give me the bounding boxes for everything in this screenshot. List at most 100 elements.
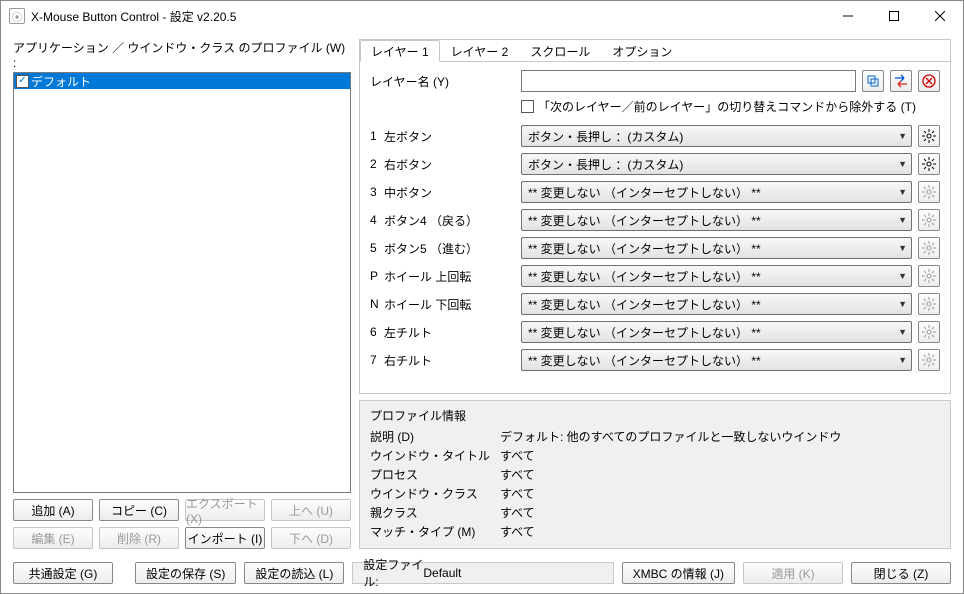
info-value: デフォルト: 他のすべてのプロファイルと一致しないウインドウ <box>500 428 841 445</box>
button-row: 3中ボタン** 変更しない （インターセプトしない） **▼ <box>370 181 940 203</box>
info-key: ウインドウ・タイトル <box>370 447 500 464</box>
about-button[interactable]: XMBC の情報 (J) <box>622 562 735 584</box>
button-row: 4ボタン4 （戻る）** 変更しない （インターセプトしない） **▼ <box>370 209 940 231</box>
button-row-label: 7右チルト <box>370 352 515 369</box>
gear-icon <box>918 237 940 259</box>
button-action-combo[interactable]: ボタン・長押し ：(カスタム) ▼ <box>521 153 912 175</box>
tab-layer1[interactable]: レイヤー 1 <box>360 40 440 62</box>
profile-item[interactable]: ✓ デフォルト <box>14 73 350 89</box>
profile-checkbox[interactable]: ✓ <box>16 75 29 88</box>
gear-icon <box>918 293 940 315</box>
button-row: 7右チルト ** 変更しない （インターセプトしない） ** ▼ <box>370 349 940 371</box>
profile-info-title: プロファイル情報 <box>370 407 940 424</box>
button-action-combo[interactable]: ** 変更しない （インターセプトしない） ** ▼ <box>521 349 912 371</box>
button-row-name: 左ボタン <box>384 128 432 145</box>
tabs-container: レイヤー 1 レイヤー 2 スクロール オプション レイヤー名 (Y) <box>359 39 951 394</box>
button-action-value: ** 変更しない （インターセプトしない） ** <box>528 212 761 229</box>
copy-button[interactable]: コピー (C) <box>99 499 179 521</box>
button-row: 6左チルト ** 変更しない （インターセプトしない） **▼ <box>370 321 940 343</box>
button-row-prefix: 3 <box>370 185 384 199</box>
tab-scroll[interactable]: スクロール <box>519 40 601 62</box>
button-row-label: Nホイール 下回転 <box>370 296 515 313</box>
info-key: 親クラス <box>370 504 500 521</box>
button-row-label: 1左ボタン <box>370 128 515 145</box>
edit-button: 編集 (E) <box>13 527 93 549</box>
button-row-prefix: 2 <box>370 157 384 171</box>
button-row-prefix: 7 <box>370 353 384 367</box>
profile-list-label: アプリケーション ／ ウインドウ・クラス のプロファイル (W) : <box>13 39 351 70</box>
layer-name-label: レイヤー名 (Y) <box>370 73 515 90</box>
add-button[interactable]: 追加 (A) <box>13 499 93 521</box>
settings-file: 設定ファイル: Default <box>352 562 613 584</box>
button-row-label: 5ボタン5 （進む） <box>370 240 515 257</box>
titlebar: ⦿ X-Mouse Button Control - 設定 v2.20.5 <box>1 1 963 31</box>
minimize-button[interactable] <box>825 1 871 31</box>
close-button[interactable] <box>917 1 963 31</box>
layer-name-row: レイヤー名 (Y) <box>370 70 940 92</box>
chevron-down-icon: ▼ <box>898 159 907 169</box>
load-settings-button[interactable]: 設定の読込 (L) <box>244 562 344 584</box>
info-value: すべて <box>500 485 535 502</box>
app-window: ⦿ X-Mouse Button Control - 設定 v2.20.5 アプ… <box>0 0 964 594</box>
profile-info: プロファイル情報 説明 (D)デフォルト: 他のすべてのプロファイルと一致しない… <box>359 400 951 549</box>
content: アプリケーション ／ ウインドウ・クラス のプロファイル (W) : ✓ デフォ… <box>1 31 963 553</box>
button-row-name: ボタン5 （進む） <box>384 240 478 257</box>
settings-file-value: Default <box>423 566 461 580</box>
left-panel: アプリケーション ／ ウインドウ・クラス のプロファイル (W) : ✓ デフォ… <box>13 39 351 549</box>
gear-icon[interactable] <box>918 153 940 175</box>
button-action-combo[interactable]: ** 変更しない （インターセプトしない） **▼ <box>521 293 912 315</box>
gear-icon <box>918 349 940 371</box>
tab-option[interactable]: オプション <box>601 40 683 62</box>
profile-list[interactable]: ✓ デフォルト <box>13 72 351 493</box>
copy-layer-icon[interactable] <box>862 70 884 92</box>
clear-layer-icon[interactable] <box>918 70 940 92</box>
button-row: Pホイール 上回転** 変更しない （インターセプトしない） **▼ <box>370 265 940 287</box>
button-action-value: ボタン・長押し ：(カスタム) <box>528 156 683 173</box>
tab-body: レイヤー名 (Y) 「次のレイヤー <box>360 62 950 393</box>
import-button[interactable]: インポート (I) <box>185 527 265 549</box>
maximize-button[interactable] <box>871 1 917 31</box>
info-key: プロセス <box>370 466 500 483</box>
button-row: 1左ボタンボタン・長押し ：(カスタム)▼ <box>370 125 940 147</box>
save-settings-button[interactable]: 設定の保存 (S) <box>135 562 236 584</box>
close-dialog-button[interactable]: 閉じる (Z) <box>851 562 951 584</box>
swap-layer-icon[interactable] <box>890 70 912 92</box>
info-row: ウインドウ・クラスすべて <box>370 485 940 502</box>
layer-name-input[interactable] <box>521 70 856 92</box>
button-action-combo[interactable]: ** 変更しない （インターセプトしない） ** ▼ <box>521 237 912 259</box>
button-row: 5ボタン5 （進む） ** 変更しない （インターセプトしない） ** ▼ <box>370 237 940 259</box>
button-row: 2右ボタンボタン・長押し ：(カスタム) ▼ <box>370 153 940 175</box>
button-row-prefix: 5 <box>370 241 384 255</box>
info-row: ウインドウ・タイトルすべて <box>370 447 940 464</box>
profile-buttons: 追加 (A) コピー (C) エクスポート(X) 上へ (U) 編集 (E) 削… <box>13 499 351 549</box>
gear-icon <box>918 265 940 287</box>
common-settings-button[interactable]: 共通設定 (G) <box>13 562 113 584</box>
info-row: マッチ・タイプ (M)すべて <box>370 523 940 540</box>
button-row-prefix: 4 <box>370 213 384 227</box>
apply-button: 適用 (K) <box>743 562 843 584</box>
button-action-combo[interactable]: ** 変更しない （インターセプトしない） ** ▼ <box>521 209 912 231</box>
button-action-combo[interactable]: ** 変更しない （インターセプトしない） **▼ <box>521 265 912 287</box>
tab-layer2[interactable]: レイヤー 2 <box>440 40 520 62</box>
gear-icon[interactable] <box>918 125 940 147</box>
button-row-name: 左チルト <box>384 324 432 341</box>
button-action-value: ** 変更しない （インターセプトしない） ** <box>528 352 761 369</box>
gear-icon <box>918 181 940 203</box>
chevron-down-icon: ▼ <box>898 187 907 197</box>
button-action-value: ** 変更しない （インターセプトしない） ** <box>528 240 761 257</box>
settings-file-label: 設定ファイル: <box>363 556 423 590</box>
chevron-down-icon: ▼ <box>898 215 907 225</box>
exclude-checkbox[interactable] <box>521 100 534 113</box>
button-action-value: ** 変更しない （インターセプトしない） ** <box>528 296 761 313</box>
info-value: すべて <box>500 466 535 483</box>
button-row-label: 2右ボタン <box>370 156 515 173</box>
chevron-down-icon: ▼ <box>898 243 907 253</box>
info-key: マッチ・タイプ (M) <box>370 523 500 540</box>
button-row-prefix: 6 <box>370 325 384 339</box>
button-action-combo[interactable]: ** 変更しない （インターセプトしない） **▼ <box>521 321 912 343</box>
right-panel: レイヤー 1 レイヤー 2 スクロール オプション レイヤー名 (Y) <box>359 39 951 549</box>
chevron-down-icon: ▼ <box>898 355 907 365</box>
button-action-combo[interactable]: ボタン・長押し ：(カスタム)▼ <box>521 125 912 147</box>
button-action-combo[interactable]: ** 変更しない （インターセプトしない） **▼ <box>521 181 912 203</box>
button-action-value: ** 変更しない （インターセプトしない） ** <box>528 268 761 285</box>
